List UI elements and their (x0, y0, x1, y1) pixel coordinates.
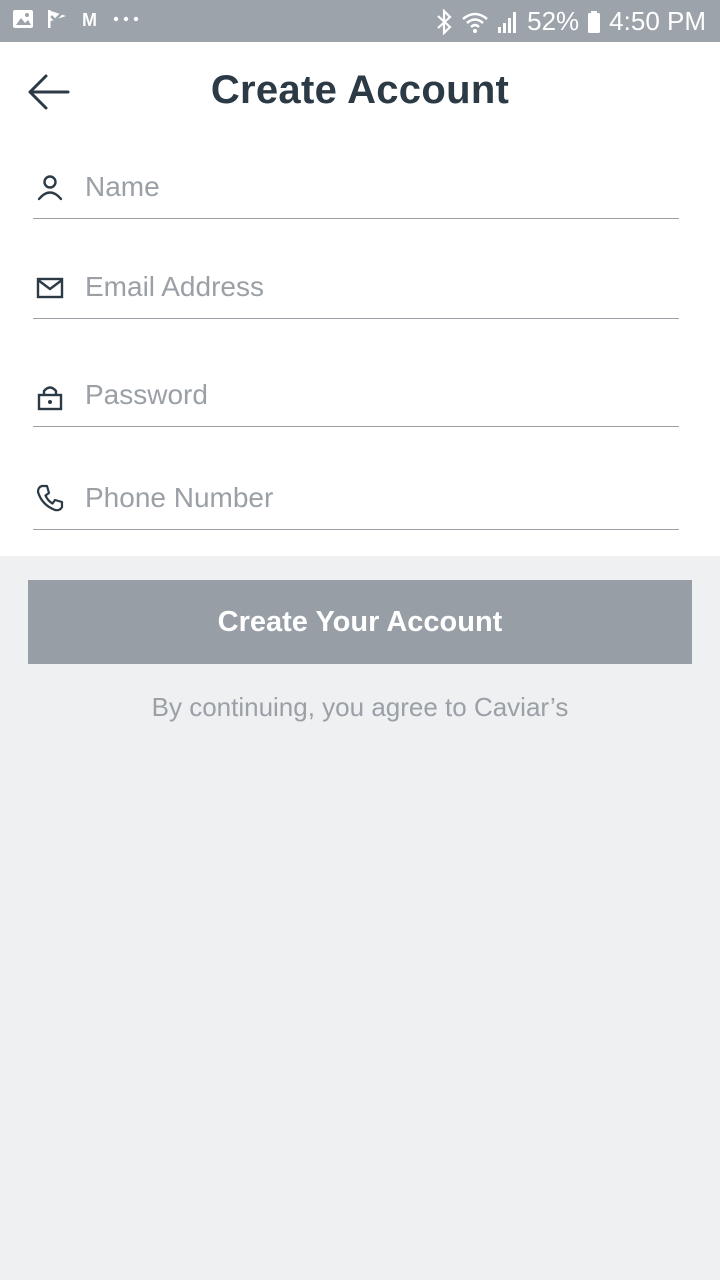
battery-icon (587, 10, 601, 34)
clock: 4:50 PM (609, 6, 706, 36)
bluetooth-icon (435, 8, 453, 35)
check-flag-icon (46, 8, 68, 30)
name-input[interactable] (85, 164, 665, 210)
email-field[interactable] (33, 258, 679, 319)
legal-text: By continuing, you agree to Caviar’s (151, 692, 569, 722)
battery-percent: 52% (527, 6, 580, 36)
status-bar-right: 52% 4:50 PM (435, 6, 706, 37)
password-field[interactable] (33, 366, 679, 427)
password-input[interactable] (85, 372, 665, 418)
mail-icon: M (80, 8, 100, 30)
page-title: Create Account (210, 68, 510, 112)
phone-field[interactable] (33, 469, 679, 530)
status-bar-left-icons: M (12, 8, 140, 30)
create-account-button[interactable]: Create Your Account (28, 580, 692, 664)
signup-form (0, 142, 720, 556)
person-icon (37, 175, 63, 201)
svg-text:M: M (82, 10, 97, 30)
email-input[interactable] (85, 264, 665, 310)
name-field[interactable] (33, 158, 679, 219)
more-dots-icon (112, 8, 140, 30)
phone-icon (36, 484, 64, 512)
phone-input[interactable] (85, 475, 665, 521)
envelope-icon (36, 277, 64, 299)
header: Create Account (0, 42, 720, 142)
wifi-icon (461, 10, 489, 34)
gallery-icon (12, 8, 34, 30)
lock-icon (37, 386, 63, 411)
signal-icon (497, 10, 519, 34)
status-bar: M 52% 4:50 PM (0, 0, 720, 42)
